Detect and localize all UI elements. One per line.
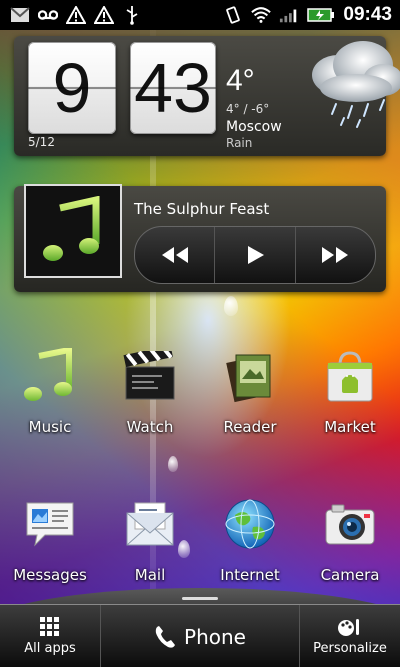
personalize-button[interactable]: Personalize	[300, 605, 400, 667]
app-watch[interactable]: Watch	[104, 346, 196, 446]
phone-label: Phone	[184, 624, 246, 649]
rewind-icon	[161, 247, 188, 263]
warning-icon	[66, 5, 86, 25]
music-widget[interactable]: The Sulphur Feast	[14, 184, 386, 292]
voicemail-icon	[38, 5, 58, 25]
app-messages[interactable]: Messages	[4, 494, 96, 594]
phone-handset-icon	[155, 625, 176, 648]
app-label: Music	[28, 418, 72, 436]
grid-icon	[40, 617, 59, 636]
signal-icon	[279, 5, 299, 25]
weather-city: Moscow	[226, 119, 282, 135]
warning-icon	[94, 5, 114, 25]
market-bag-icon	[320, 346, 380, 406]
globe-icon	[220, 494, 280, 554]
clock-hour: 9	[28, 42, 116, 134]
music-note-icon	[20, 346, 80, 406]
messages-icon	[20, 494, 80, 554]
fast-forward-button[interactable]	[296, 227, 375, 283]
app-camera[interactable]: Camera	[304, 494, 396, 594]
app-label: Camera	[320, 566, 380, 584]
wifi-icon	[251, 5, 272, 25]
book-icon	[220, 346, 280, 406]
app-label: Mail	[134, 566, 166, 584]
app-music[interactable]: Music	[4, 346, 96, 446]
mail-envelope-icon	[120, 494, 180, 554]
phone-button[interactable]: Phone	[100, 605, 300, 667]
app-label: Market	[324, 418, 376, 436]
weather-condition: Rain	[226, 136, 253, 150]
gmail-icon	[10, 5, 30, 25]
all-apps-label: All apps	[24, 641, 76, 656]
rain-cloud-icon	[298, 30, 400, 130]
clock-weather-widget[interactable]: 9 43 5/12 4° 4° / -6° Moscow Rain	[14, 36, 400, 156]
status-bar[interactable]: 09:43	[0, 0, 400, 30]
app-mail[interactable]: Mail	[104, 494, 196, 594]
app-internet[interactable]: Internet	[204, 494, 296, 594]
app-market[interactable]: Market	[304, 346, 396, 446]
camera-icon	[320, 494, 380, 554]
play-icon	[247, 246, 264, 264]
status-time: 09:43	[343, 4, 392, 25]
play-button[interactable]	[215, 227, 296, 283]
rewind-button[interactable]	[135, 227, 216, 283]
usb-icon	[122, 5, 142, 25]
playback-controls	[134, 226, 376, 284]
weather-range: 4° / -6°	[226, 102, 270, 116]
water-drop	[224, 296, 238, 316]
vibrate-icon	[223, 5, 243, 25]
app-label: Internet	[220, 566, 280, 584]
app-reader[interactable]: Reader	[204, 346, 296, 446]
album-art[interactable]	[24, 184, 122, 278]
clock-minute: 43	[130, 42, 216, 134]
clock-date: 5/12	[28, 135, 55, 149]
music-note-icon	[43, 196, 100, 261]
fast-forward-icon	[322, 247, 349, 263]
dock: All apps Phone Personalize	[0, 604, 400, 667]
app-label: Reader	[223, 418, 277, 436]
water-drop	[168, 456, 178, 472]
home-screen: 09:43 9 43 5/12 4° 4° / -6° Moscow Rain	[0, 0, 400, 667]
personalize-label: Personalize	[313, 641, 387, 656]
app-label: Messages	[13, 566, 87, 584]
song-title: The Sulphur Feast	[134, 200, 270, 218]
dock-handle[interactable]	[182, 597, 218, 600]
personalize-icon	[338, 619, 359, 636]
all-apps-button[interactable]: All apps	[0, 605, 100, 667]
clapperboard-icon	[120, 346, 180, 406]
battery-charging-icon	[307, 5, 335, 25]
app-label: Watch	[126, 418, 174, 436]
weather-temperature: 4°	[226, 64, 255, 97]
